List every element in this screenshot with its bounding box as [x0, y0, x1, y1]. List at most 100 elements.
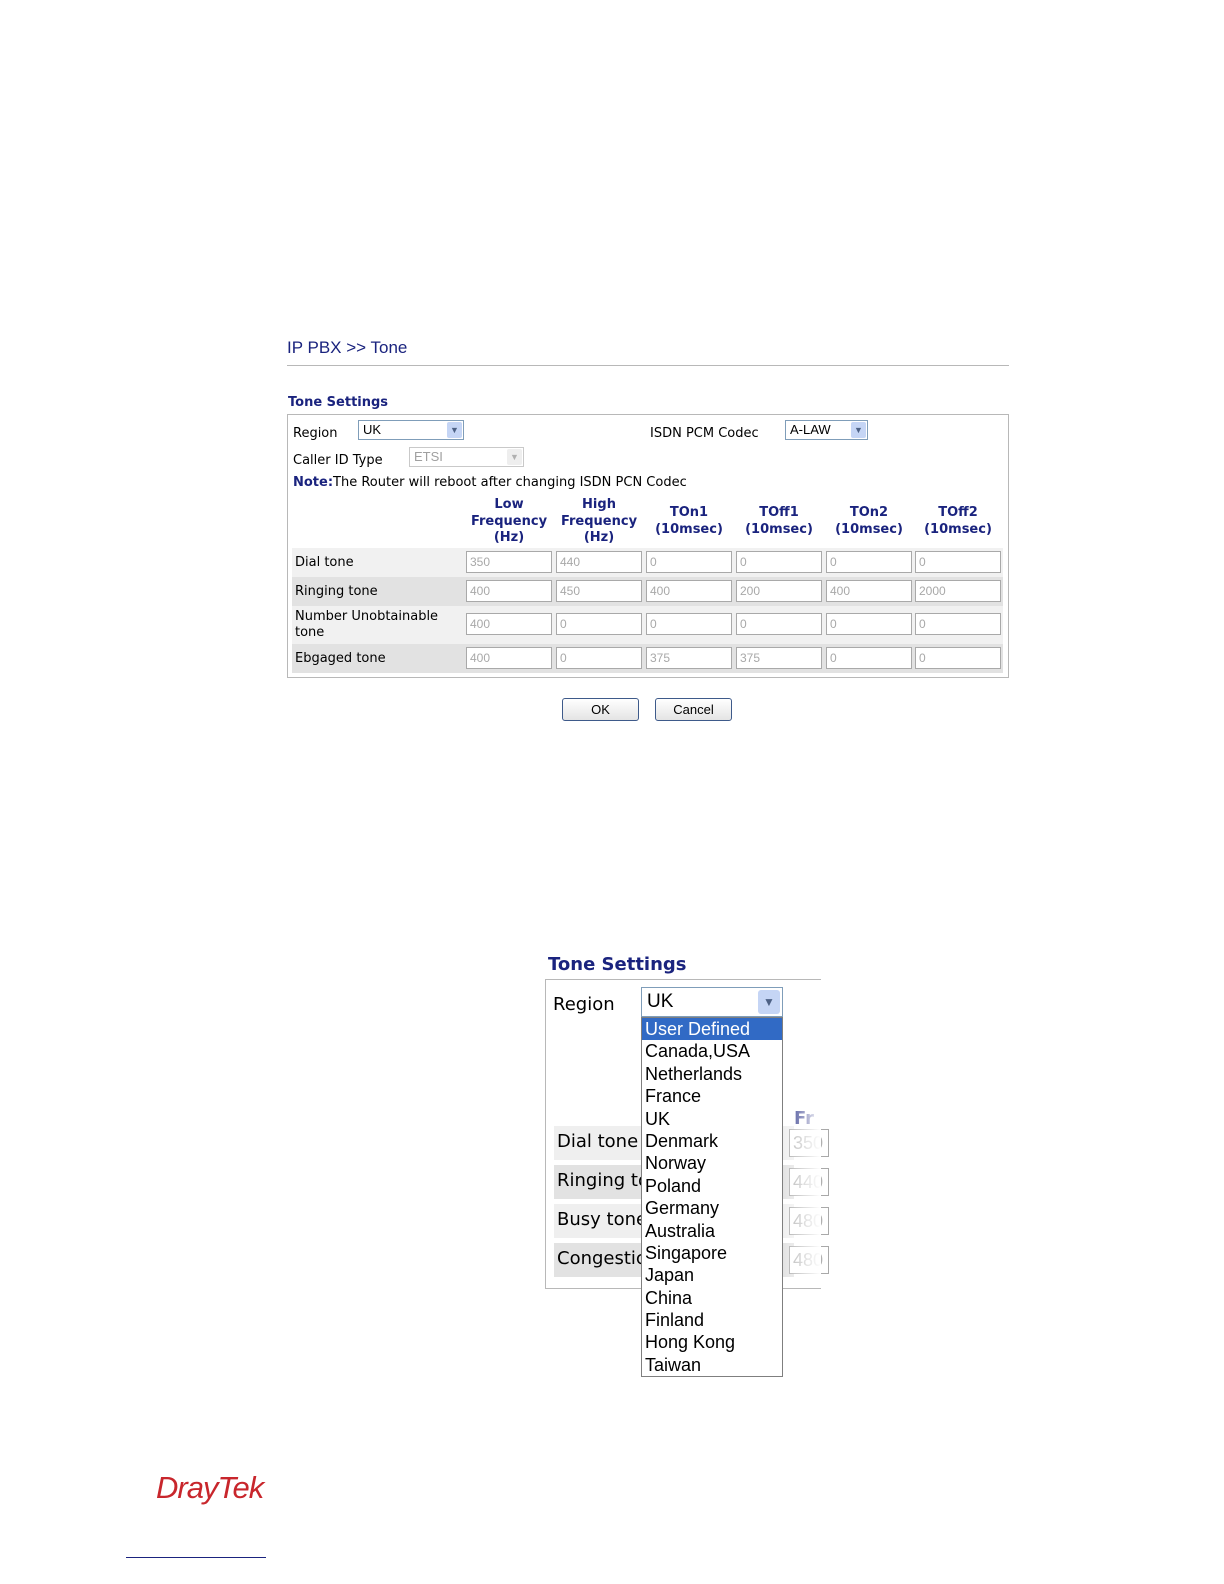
row-label: Congestic — [557, 1248, 646, 1269]
unobtainable-tone-toff1-input[interactable]: 0 — [736, 613, 822, 635]
region-option[interactable]: Canada,USA — [642, 1040, 782, 1062]
unobtainable-tone-ton1-input[interactable]: 0 — [646, 613, 732, 635]
chevron-down-icon[interactable]: ▼ — [851, 422, 866, 438]
chevron-down-icon[interactable]: ▼ — [447, 422, 462, 438]
dial-tone-toff2-input[interactable]: 0 — [915, 551, 1001, 573]
chevron-down-icon: ▼ — [507, 449, 522, 465]
breadcrumb: IP PBX >> Tone — [287, 338, 408, 357]
caller-id-select-value: ETSI — [414, 449, 443, 464]
region-dropdown-list[interactable]: User Defined Canada,USA Netherlands France U… — [641, 1017, 783, 1377]
col-header-line: (Hz) — [493, 530, 525, 545]
cancel-button[interactable]: Cancel — [655, 698, 732, 721]
ringing-tone-ton2-input[interactable]: 400 — [826, 580, 912, 602]
region-select-value: UK — [363, 422, 382, 437]
engaged-tone-low-freq-input[interactable]: 400 — [466, 647, 552, 669]
col-header-line: (10msec) — [655, 521, 723, 537]
region-option[interactable]: Poland — [642, 1175, 782, 1197]
col-header-line: TOff2 — [938, 505, 978, 520]
col-header-line: High — [582, 497, 616, 512]
col-header-ton2: TOn2 (10msec) — [824, 505, 914, 538]
col-header-line: (Hz) — [583, 530, 615, 545]
col-header-line: TOff1 — [759, 505, 799, 520]
ringing-tone-high-freq-input[interactable]: 450 — [556, 580, 642, 602]
engaged-tone-toff2-input[interactable]: 0 — [915, 647, 1001, 669]
region-option[interactable]: China — [642, 1287, 782, 1309]
row-label: Busy tone — [557, 1209, 648, 1230]
region-option[interactable]: Germany — [642, 1197, 782, 1219]
row-label-line: Number Unobtainable — [295, 609, 439, 624]
region-option[interactable]: Taiwan — [642, 1354, 782, 1376]
caller-id-select[interactable]: ETSI ▼ — [409, 447, 524, 467]
logo-text-tek: Tek — [217, 1470, 264, 1505]
unobtainable-tone-low-freq-input[interactable]: 400 — [466, 613, 552, 635]
region-option[interactable]: Hong Kong — [642, 1331, 782, 1353]
col-header-line: (10msec) — [745, 521, 813, 537]
row-label: Ringing tone — [295, 584, 378, 599]
row-label: Number Unobtainable tone — [295, 609, 438, 641]
unobtainable-tone-toff2-input[interactable]: 0 — [915, 613, 1001, 635]
ringing-tone-low-freq-input[interactable]: 400 — [466, 580, 552, 602]
row-label: Dial tone — [557, 1131, 639, 1152]
row-label: Ebgaged tone — [295, 651, 386, 666]
col-header-low-frequency: Low Frequency (Hz) — [464, 497, 554, 547]
col-header-ton1: TOn1 (10msec) — [644, 505, 734, 538]
ringing-tone-toff1-input[interactable]: 200 — [736, 580, 822, 602]
col-header-line: (10msec) — [924, 521, 992, 537]
unobtainable-tone-high-freq-input[interactable]: 0 — [556, 613, 642, 635]
engaged-tone-toff1-input[interactable]: 375 — [736, 647, 822, 669]
col-header-line: (10msec) — [835, 521, 903, 537]
region-option[interactable]: User Defined — [642, 1018, 782, 1041]
engaged-tone-ton1-input[interactable]: 375 — [646, 647, 732, 669]
dial-tone-high-freq-input[interactable]: 440 — [556, 551, 642, 573]
region-option[interactable]: Denmark — [642, 1130, 782, 1152]
col-header-toff1: TOff1 (10msec) — [734, 505, 824, 538]
chevron-down-icon[interactable]: ▼ — [758, 990, 780, 1014]
tone-settings-panel: Region UK ▼ ISDN PCM Codec A-LAW ▼ Calle… — [287, 414, 1009, 678]
region-option[interactable]: Australia — [642, 1220, 782, 1242]
col-header-line: Frequency — [470, 513, 548, 529]
region-select-value: UK — [647, 991, 674, 1012]
row-label: Dial tone — [295, 555, 354, 570]
region-dropdown-screenshot: Tone Settings Region Fr Dial tone 350 Ri… — [545, 950, 829, 1380]
region-label: Region — [553, 994, 615, 1015]
crop-fade — [781, 980, 821, 1288]
region-option[interactable]: France — [642, 1085, 782, 1107]
col-header-toff2: TOff2 (10msec) — [913, 505, 1003, 538]
dial-tone-low-freq-input[interactable]: 350 — [466, 551, 552, 573]
codec-select-value: A-LAW — [790, 422, 831, 437]
tone-settings-screenshot: IP PBX >> Tone Tone Settings Region UK ▼… — [287, 338, 1009, 721]
footer-divider — [126, 1557, 266, 1558]
region-select[interactable]: UK ▼ — [358, 420, 464, 440]
ok-button[interactable]: OK — [562, 698, 639, 721]
dial-tone-toff1-input[interactable]: 0 — [736, 551, 822, 573]
section-title: Tone Settings — [548, 954, 687, 975]
col-header-line: TOn1 — [669, 505, 709, 520]
region-select[interactable]: UK ▼ — [641, 987, 783, 1017]
unobtainable-tone-ton2-input[interactable]: 0 — [826, 613, 912, 635]
region-option[interactable]: Singapore — [642, 1242, 782, 1264]
region-option[interactable]: Norway — [642, 1152, 782, 1174]
row-label: Ringing to — [557, 1170, 649, 1191]
dial-tone-ton2-input[interactable]: 0 — [826, 551, 912, 573]
draytek-logo: DrayTek — [156, 1470, 264, 1506]
section-title: Tone Settings — [288, 395, 389, 410]
logo-text-dray: Dray — [156, 1470, 218, 1505]
note-label: Note: — [293, 475, 334, 490]
row-label-line: tone — [295, 625, 325, 640]
ringing-tone-toff2-input[interactable]: 2000 — [915, 580, 1001, 602]
codec-select[interactable]: A-LAW ▼ — [785, 420, 868, 440]
col-header-high-frequency: High Frequency (Hz) — [554, 497, 644, 547]
reboot-note: Note:The Router will reboot after changi… — [293, 475, 687, 490]
region-option[interactable]: Netherlands — [642, 1063, 782, 1085]
engaged-tone-high-freq-input[interactable]: 0 — [556, 647, 642, 669]
region-option[interactable]: Finland — [642, 1309, 782, 1331]
breadcrumb-divider — [287, 365, 1009, 366]
col-header-line: Frequency — [560, 513, 638, 529]
dial-tone-ton1-input[interactable]: 0 — [646, 551, 732, 573]
ringing-tone-ton1-input[interactable]: 400 — [646, 580, 732, 602]
region-option[interactable]: Japan — [642, 1264, 782, 1286]
col-header-line: TOn2 — [849, 505, 889, 520]
engaged-tone-ton2-input[interactable]: 0 — [826, 647, 912, 669]
region-option[interactable]: UK — [642, 1108, 782, 1130]
caller-id-label: Caller ID Type — [293, 453, 383, 468]
